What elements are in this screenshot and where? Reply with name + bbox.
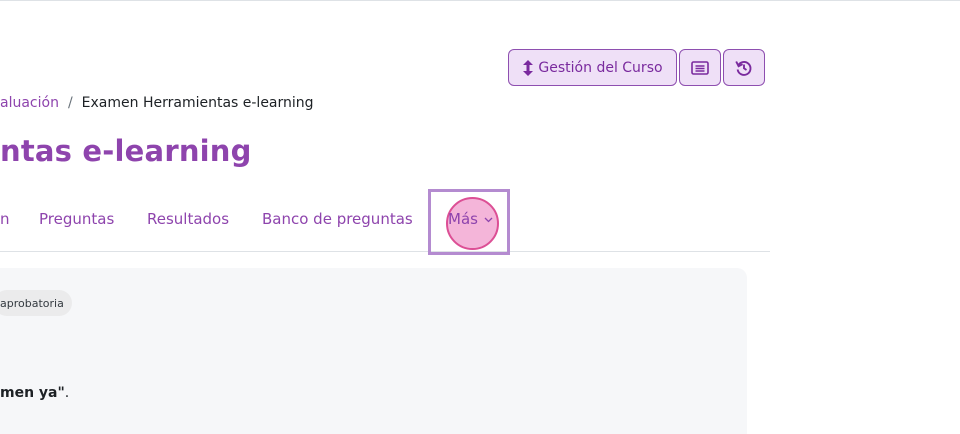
more-text: Más: [448, 210, 478, 228]
breadcrumb-separator: /: [67, 95, 73, 111]
list-icon: [691, 60, 709, 75]
tab-questions[interactable]: Preguntas: [39, 210, 114, 228]
breadcrumb-link-evaluation[interactable]: aluación: [0, 95, 59, 111]
breadcrumb-current: Examen Herramientas e-learning: [81, 95, 314, 111]
top-divider: [0, 0, 960, 1]
arrows-vertical-icon: [522, 59, 534, 76]
page-title: ntas e-learning: [0, 134, 252, 168]
course-management-button[interactable]: Gestión del Curso: [508, 49, 677, 86]
status-badge: aprobatoria: [0, 290, 72, 316]
tab-results[interactable]: Resultados: [147, 210, 229, 228]
secondary-navigation: n Preguntas Resultados Banco de pregunta…: [0, 189, 770, 255]
course-index-button[interactable]: [679, 49, 721, 86]
instruction-bold: men ya": [0, 385, 65, 401]
course-actions: Gestión del Curso: [508, 49, 765, 86]
tab-question-bank[interactable]: Banco de preguntas: [262, 210, 413, 228]
course-management-label: Gestión del Curso: [538, 59, 663, 76]
quiz-info-card: [0, 268, 747, 434]
history-button[interactable]: [723, 49, 765, 86]
chevron-down-icon: [483, 210, 493, 228]
tab-quiz[interactable]: n: [0, 210, 10, 228]
history-icon: [735, 59, 753, 77]
quiz-instruction-text: men ya".: [0, 385, 69, 401]
breadcrumb: aluación / Examen Herramientas e-learnin…: [0, 95, 314, 111]
instruction-end: .: [64, 385, 70, 401]
tab-more[interactable]: Más: [428, 189, 510, 255]
tab-more-label: Más: [448, 210, 493, 228]
